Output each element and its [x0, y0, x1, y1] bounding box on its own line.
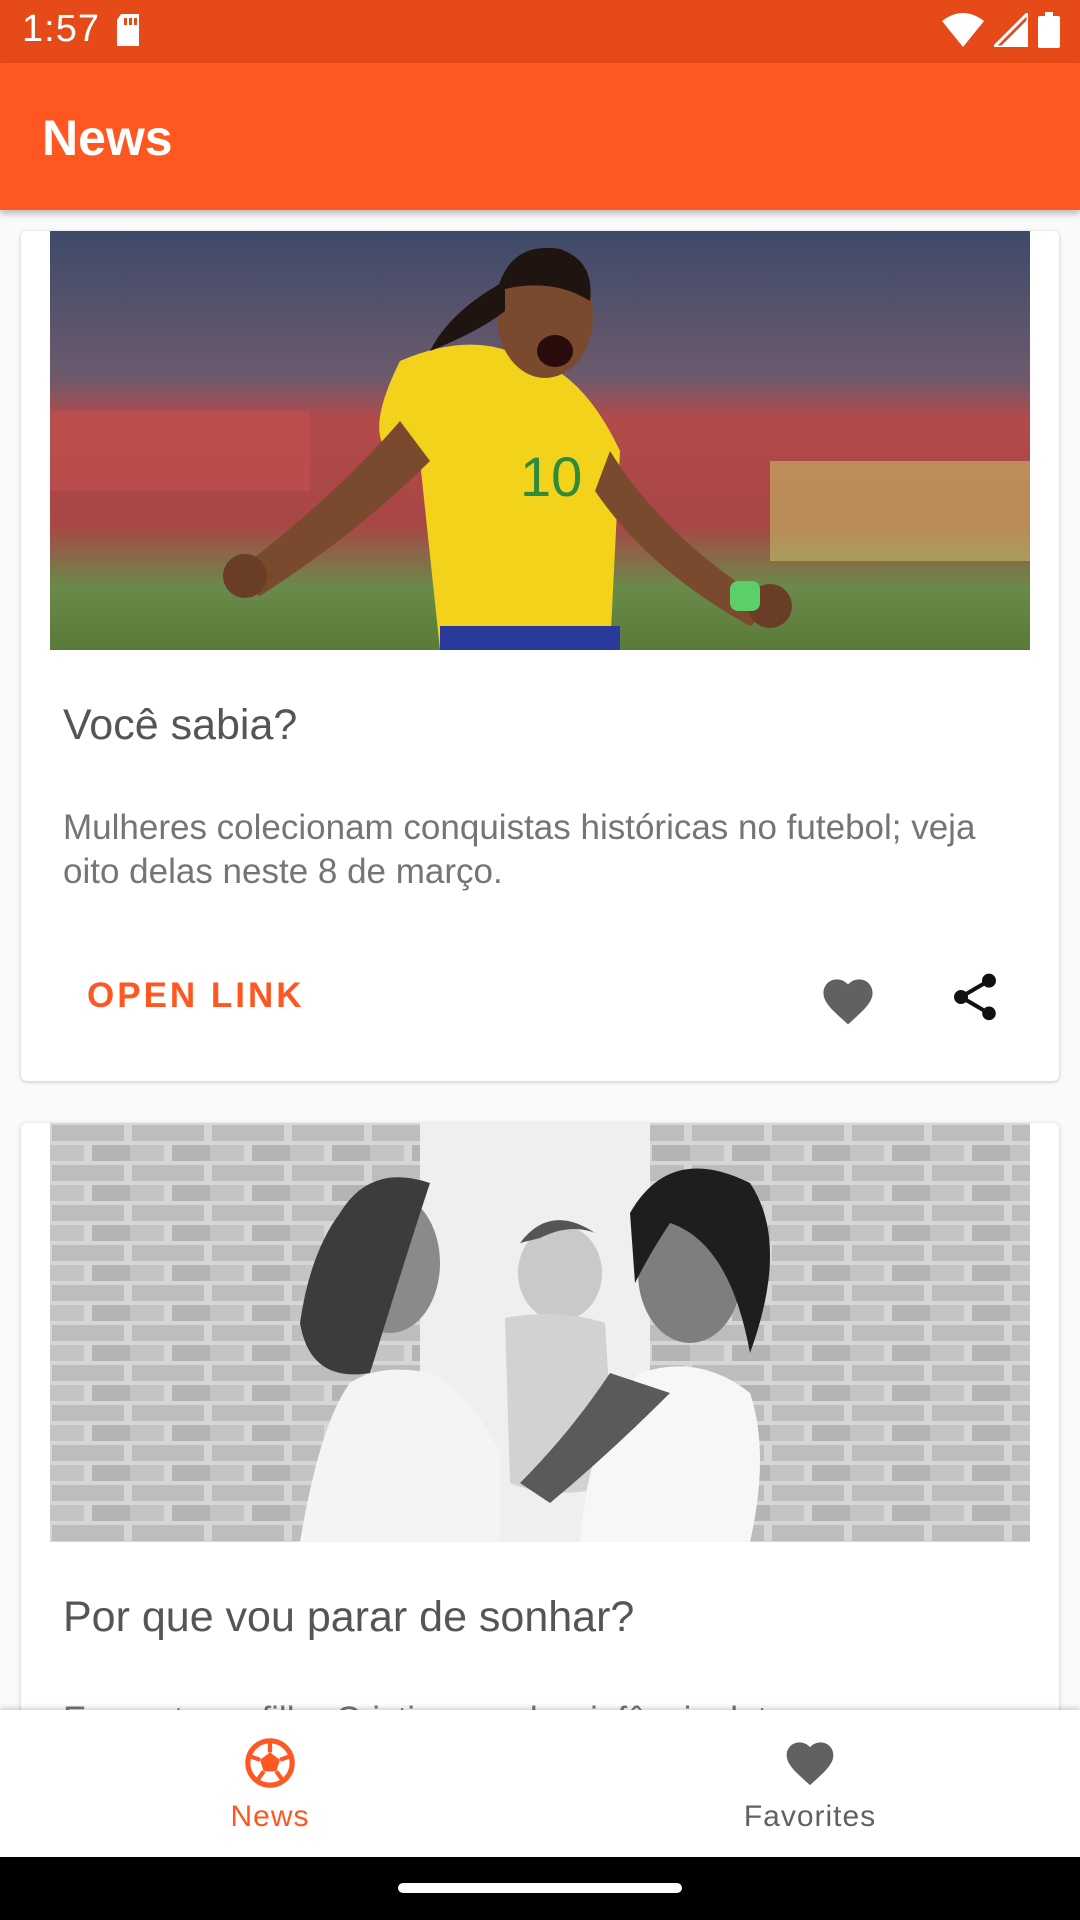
nav-item-label: News [230, 1800, 310, 1833]
news-card-description: Mulheres colecionam conquistas histórica… [63, 808, 976, 891]
app-bar: News [0, 63, 1080, 210]
news-card: Por que vou parar de sonhar? Em carta ao… [21, 1123, 1059, 1710]
app-bar-title: News [42, 110, 173, 166]
soccer-ball-icon [242, 1735, 298, 1796]
status-bar: 1:57 [0, 0, 1080, 63]
news-card-image [50, 1123, 1030, 1542]
share-button[interactable] [947, 969, 1003, 1030]
battery-icon [1038, 12, 1060, 53]
svg-text:10: 10 [520, 445, 582, 508]
open-link-button[interactable]: OPEN LINK [87, 976, 305, 1016]
sd-card-icon [115, 14, 141, 51]
wifi-icon [942, 13, 984, 52]
heart-icon [818, 979, 878, 1030]
bottom-navigation: News Favorites [0, 1710, 1080, 1857]
news-card: 10 Você sabia? Mulheres colecionam conqu… [21, 231, 1059, 1081]
system-navigation-bar [0, 1857, 1080, 1920]
news-card-image: 10 [50, 231, 1030, 650]
nav-item-label: Favorites [743, 1800, 877, 1833]
share-icon [947, 973, 1003, 1029]
news-card-description: Em carta ao filho Cristiano, sobre infân… [63, 1698, 1013, 1710]
news-card-title: Por que vou parar de sonhar? [63, 1593, 635, 1641]
signal-icon [990, 9, 1030, 52]
home-gesture-handle[interactable] [398, 1883, 682, 1893]
heart-icon [782, 1735, 838, 1792]
news-list[interactable]: 10 Você sabia? Mulheres colecionam conqu… [0, 210, 1080, 1710]
nav-item-favorites[interactable]: Favorites [540, 1710, 1080, 1857]
favorite-button[interactable] [818, 972, 878, 1031]
status-time: 1:57 [22, 8, 100, 50]
news-card-title: Você sabia? [63, 701, 298, 749]
nav-item-news[interactable]: News [0, 1710, 540, 1857]
